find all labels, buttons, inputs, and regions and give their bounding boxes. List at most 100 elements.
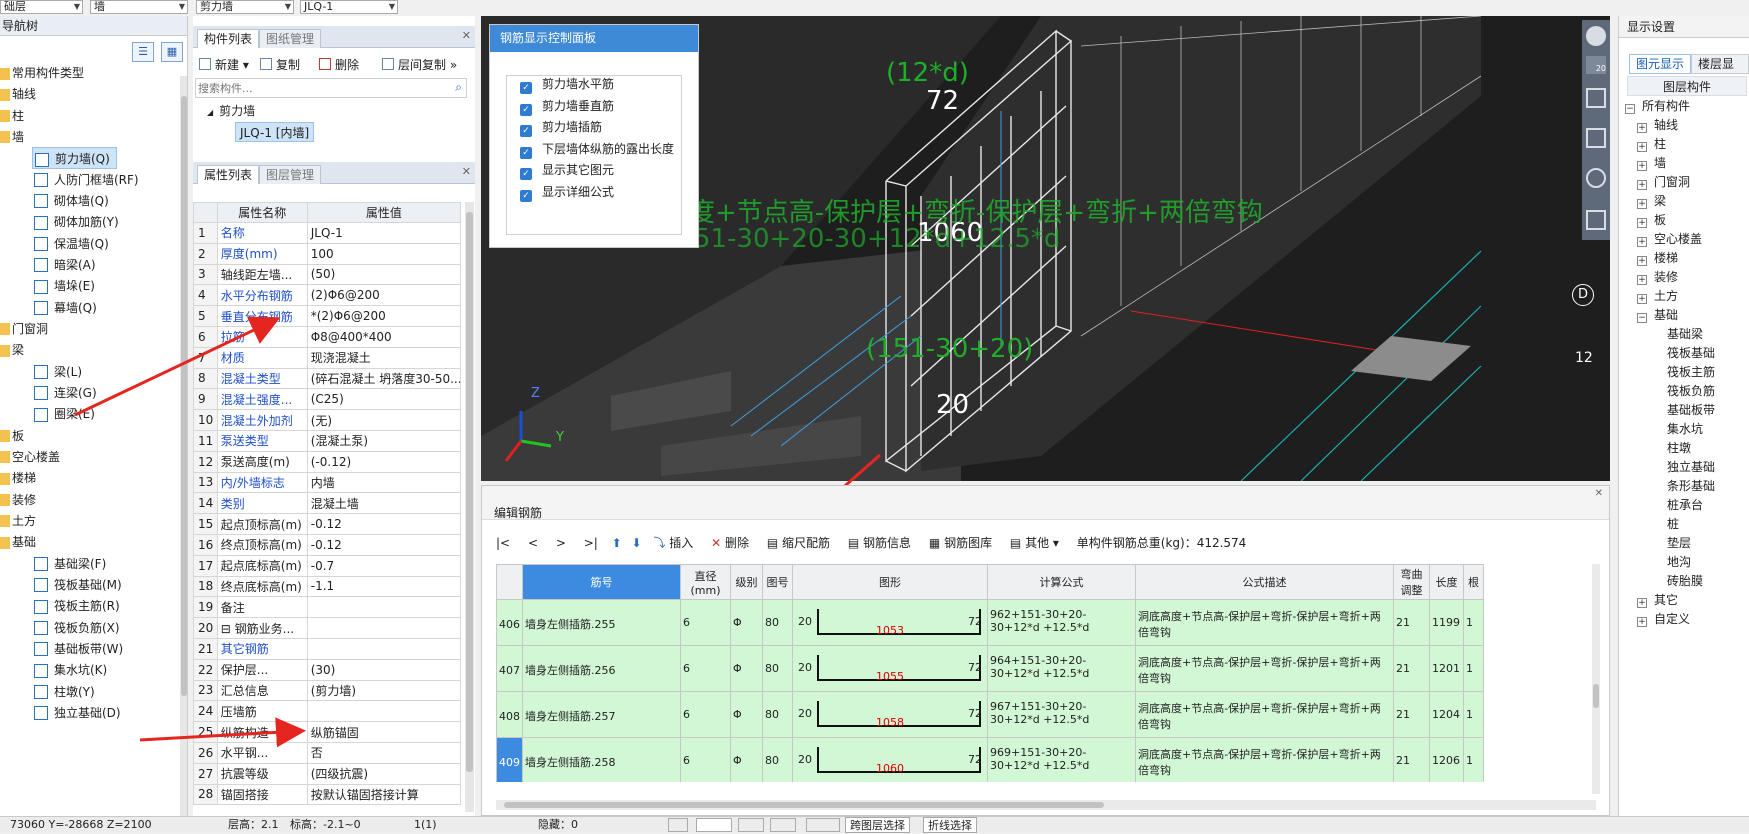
move-up-icon[interactable]: ⬆ <box>612 536 622 550</box>
add-icon[interactable] <box>806 818 840 832</box>
rebar-diameter[interactable]: 6 <box>680 737 731 782</box>
display-option[interactable]: ✓ 剪力墙垂直筋 <box>520 95 614 117</box>
orbit-icon[interactable] <box>1586 26 1606 46</box>
property-row[interactable]: 17 起点底标高(m) -0.7 <box>193 554 462 577</box>
property-row[interactable]: 11 泵送类型 (混凝土泵) <box>193 429 462 452</box>
property-row[interactable]: 27 抗震等级 (四级抗震) <box>193 762 462 785</box>
rebar-count[interactable]: 1 <box>1463 645 1484 692</box>
column-header[interactable]: 筋号 <box>522 564 681 600</box>
checkbox-checked-icon[interactable]: ✓ <box>520 146 532 159</box>
layer-tree-item[interactable]: 条形基础 <box>1649 476 1715 497</box>
rebar-shape[interactable]: 20 72 1060 <box>792 737 988 782</box>
polyline-select-button[interactable]: 折线选择 <box>923 817 977 833</box>
rebar-row[interactable]: 406 墙身左侧插筋.255 6 Φ 80 20 72 1053 962+151-30+20-3… <box>496 599 1484 646</box>
rebar-bend-adjust[interactable]: 21 <box>1393 691 1430 738</box>
rebar-length[interactable]: 1201 <box>1429 645 1464 692</box>
first-button[interactable]: |< <box>496 536 510 550</box>
property-value[interactable]: -0.12 <box>306 533 462 556</box>
rebar-name[interactable]: 墙身左侧插筋.257 <box>522 691 681 738</box>
collapse-icon[interactable]: − <box>1625 104 1635 114</box>
other-button[interactable]: ▤ 其他 ▾ <box>1010 536 1059 550</box>
layer-tree-item[interactable]: + 自定义 <box>1637 609 1690 630</box>
rebar-formula-desc[interactable]: 洞底高度+节点高-保护层+弯折-保护层+弯折+两倍弯钩 <box>1135 645 1394 692</box>
layer-tree-item[interactable]: 基础板带 <box>1649 400 1715 421</box>
property-value[interactable] <box>306 700 462 723</box>
nav-item[interactable]: 墙垛(E) <box>32 275 101 297</box>
search-input[interactable] <box>196 79 436 97</box>
rebar-grade[interactable]: Φ <box>730 599 763 646</box>
prev-button[interactable]: < <box>528 536 538 550</box>
property-row[interactable]: 26 水平钢... 否 <box>193 741 462 764</box>
tab-drawing-management[interactable]: 图纸管理 <box>259 29 322 48</box>
delete-button[interactable]: 删除 <box>319 54 359 76</box>
box-view-icon[interactable] <box>1586 128 1606 148</box>
nav-item[interactable]: 筏板负筋(X) <box>32 617 126 639</box>
expand-icon[interactable]: + <box>1637 180 1647 190</box>
rebar-hscrollbar[interactable] <box>496 800 1596 810</box>
rebar-shape[interactable]: 20 72 1053 <box>792 599 988 646</box>
layer-tree-item[interactable]: 桩承台 <box>1649 495 1703 516</box>
property-value[interactable]: -0.7 <box>306 554 462 577</box>
rebar-info-button[interactable]: ▤ 钢筋信息 <box>848 536 911 550</box>
rebar-bend-adjust[interactable]: 21 <box>1393 645 1430 692</box>
layer-tree-item[interactable]: 桩 <box>1649 514 1679 535</box>
layer-tree-item[interactable]: − 所有构件 <box>1625 96 1690 117</box>
layer-tree-item[interactable]: + 装修 <box>1637 267 1678 288</box>
select-mode-icon[interactable] <box>696 818 732 832</box>
property-row[interactable]: 15 起点顶标高(m) -0.12 <box>193 513 462 535</box>
rebar-figure-no[interactable]: 80 <box>762 737 793 782</box>
rebar-length[interactable]: 1204 <box>1429 691 1464 738</box>
scroll-thumb[interactable] <box>181 96 187 696</box>
checkbox-checked-icon[interactable]: ✓ <box>520 125 532 137</box>
zoom-level[interactable]: 20 <box>1586 56 1606 74</box>
layer-tree-item[interactable]: + 板 <box>1637 210 1666 231</box>
column-header[interactable] <box>496 564 523 600</box>
layer-tree-item[interactable]: + 楼梯 <box>1637 248 1678 269</box>
rebar-library-button[interactable]: ▦ 钢筋图库 <box>929 536 992 550</box>
property-row[interactable]: 21 其它钢筋 <box>193 637 462 660</box>
property-row[interactable]: 20 ⊟ 钢筋业务... <box>193 617 462 639</box>
display-option[interactable]: ✓ 剪力墙插筋 <box>520 116 602 138</box>
rebar-row[interactable]: 409 墙身左侧插筋.258 6 Φ 80 20 72 1060 969+151-30+20-3… <box>496 737 1484 782</box>
property-value[interactable]: (混凝土泵) <box>306 429 462 452</box>
property-value[interactable]: (无) <box>306 409 462 431</box>
property-value[interactable]: (四级抗震) <box>306 762 462 785</box>
nav-group[interactable]: 空心楼盖 <box>0 446 60 468</box>
layer-tree-item[interactable]: 筏板基础 <box>1649 343 1715 364</box>
snap-icon[interactable] <box>668 818 688 832</box>
rebar-figure-no[interactable]: 80 <box>762 645 793 692</box>
layer-tree-item[interactable]: 筏板主筋 <box>1649 362 1715 383</box>
rebar-formula[interactable]: 962+151-30+20-30+12*d +12.5*d <box>987 599 1136 646</box>
property-row[interactable]: 7 材质 现浇混凝土 <box>193 346 462 369</box>
property-value[interactable]: (30) <box>306 658 462 681</box>
rebar-shape[interactable]: 20 72 1055 <box>792 645 988 692</box>
view-cube-icon[interactable] <box>1586 88 1606 108</box>
column-header[interactable]: 图号 <box>762 564 793 600</box>
rebar-formula-desc[interactable]: 洞底高度+节点高-保护层+弯折-保护层+弯折+两倍弯钩 <box>1135 599 1394 646</box>
property-row[interactable]: 18 终点底标高(m) -1.1 <box>193 575 462 598</box>
nav-group[interactable]: 常用构件类型 <box>0 62 84 84</box>
rebar-figure-no[interactable]: 80 <box>762 599 793 646</box>
property-row[interactable]: 23 汇总信息 (剪力墙) <box>193 679 462 702</box>
move-down-icon[interactable]: ⬇ <box>632 536 642 550</box>
property-value[interactable]: 内墙 <box>306 471 462 494</box>
property-value[interactable]: (剪力墙) <box>306 679 462 702</box>
rotate-icon[interactable] <box>1586 168 1606 188</box>
rebar-diameter[interactable]: 6 <box>680 645 731 692</box>
scale-rebar-button[interactable]: ▤ 缩尺配筋 <box>767 536 830 550</box>
nav-group[interactable]: 门窗洞 <box>0 318 48 340</box>
tab-property-list[interactable]: 属性列表 <box>197 165 260 184</box>
nav-item[interactable]: 独立基础(D) <box>32 702 127 724</box>
property-row[interactable]: 3 轴线距左墙... (50) <box>193 263 462 286</box>
rebar-count[interactable]: 1 <box>1463 737 1484 782</box>
property-row[interactable]: 13 内/外墙标志 内墙 <box>193 471 462 494</box>
nav-item[interactable]: 基础板带(W) <box>32 638 129 660</box>
column-header[interactable]: 计算公式 <box>987 564 1136 600</box>
property-row[interactable]: 5 垂直分布钢筋 *(2)Φ6@200 <box>193 305 462 327</box>
property-value[interactable]: 现浇混凝土 <box>306 346 462 369</box>
rebar-vscrollbar[interactable] <box>1592 564 1600 794</box>
property-value[interactable]: (C25) <box>306 388 462 411</box>
last-button[interactable]: >| <box>584 536 598 550</box>
layer-tree-item[interactable]: + 轴线 <box>1637 115 1678 136</box>
tab-element-display[interactable]: 图元显示 <box>1629 54 1692 74</box>
